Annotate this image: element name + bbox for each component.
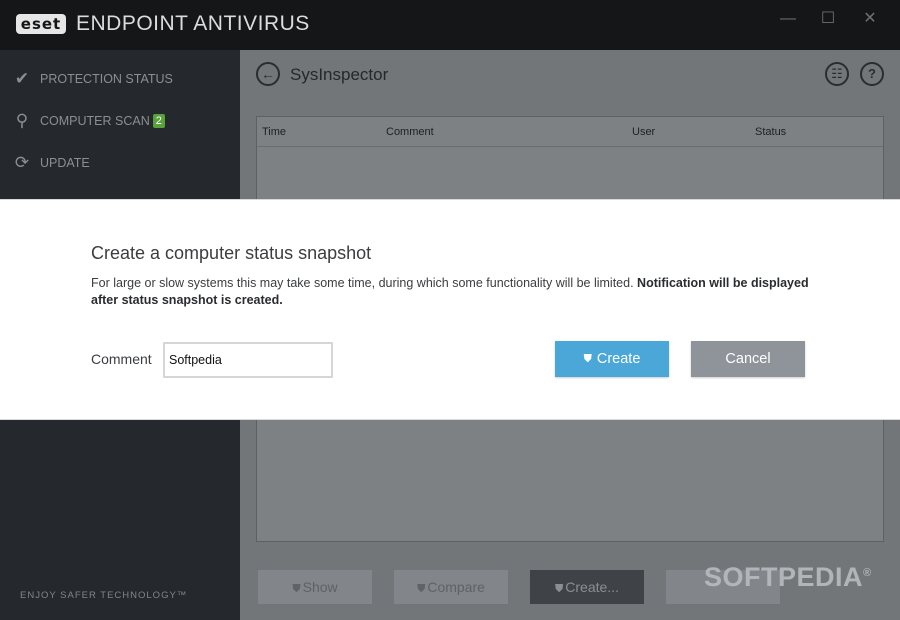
sidebar-item-protection-status[interactable]: ✔ PROTECTION STATUS [0,58,240,100]
app-title: ENDPOINT ANTIVIRUS [76,12,310,35]
create-button[interactable]: ⛊ Create [555,341,669,377]
page-header: ← SysInspector ☷ ? [240,50,900,98]
dialog-description: For large or slow systems this may take … [91,276,809,307]
title-bar: eset ENDPOINT ANTIVIRUS — ☐ ✕ [0,0,900,50]
help-icon[interactable]: ? [860,62,884,86]
back-arrow-icon[interactable]: ← [256,62,280,86]
close-button[interactable]: ✕ [856,8,884,30]
maximize-button[interactable]: ☐ [814,8,842,30]
scan-count-badge: 2 [152,114,165,128]
snapshot-dialog: Create a computer status snapshot For la… [0,199,900,420]
shield-icon: ⛊ [583,353,592,365]
column-header-status[interactable]: Status [755,126,786,138]
sidebar-item-label: PROTECTION STATUS [40,72,173,86]
comment-label: Comment [91,351,152,367]
check-icon: ✔ [14,69,30,88]
softpedia-watermark: SOFTPEDIA® [704,562,872,592]
sidebar-item-update[interactable]: ⟳ UPDATE [0,142,240,184]
sidebar-item-label: COMPUTER SCAN [40,114,150,128]
comment-input[interactable] [163,342,333,378]
search-icon: ⚲ [15,111,29,130]
column-header-comment[interactable]: Comment [386,126,434,138]
create-snapshot-button[interactable]: ⛊ Create... [530,570,644,604]
sidebar-item-computer-scan[interactable]: ⚲ COMPUTER SCAN 2 [0,100,240,142]
sidebar-item-label: UPDATE [40,156,90,170]
table-header: Time Comment User Status [257,117,883,147]
shield-icon: ⛊ [292,583,301,595]
shield-icon: ⛊ [417,583,426,595]
list-icon[interactable]: ☷ [825,62,849,86]
shield-icon: ⛊ [555,583,564,595]
show-button[interactable]: ⛊ Show [258,570,372,604]
refresh-icon: ⟳ [14,153,30,172]
page-title: SysInspector [290,65,389,84]
column-header-time[interactable]: Time [262,126,286,138]
minimize-button[interactable]: — [774,8,802,30]
compare-button[interactable]: ⛊ Compare [394,570,508,604]
app-window: eset ENDPOINT ANTIVIRUS — ☐ ✕ ✔ PROTECTI… [0,0,900,620]
column-header-user[interactable]: User [632,126,655,138]
eset-logo: eset [16,14,66,34]
tagline: ENJOY SAFER TECHNOLOGY™ [20,590,188,601]
cancel-button[interactable]: Cancel [691,341,805,377]
dialog-title: Create a computer status snapshot [91,243,372,263]
